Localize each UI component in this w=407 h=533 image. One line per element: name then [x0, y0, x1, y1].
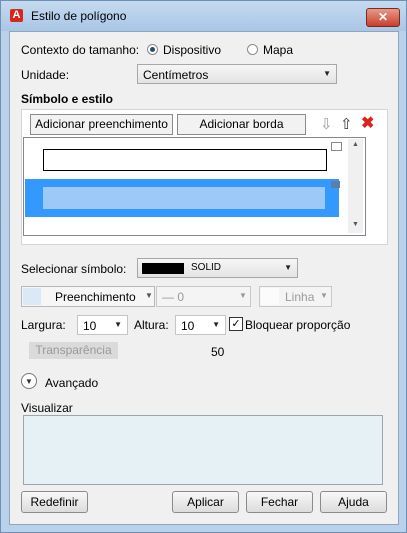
apply-button[interactable]: Aplicar: [172, 491, 239, 513]
list-item-fill-layer[interactable]: [25, 179, 340, 217]
list-scrollbar[interactable]: ▲ ▼: [348, 139, 363, 233]
scroll-down-icon[interactable]: ▼: [352, 221, 359, 228]
add-border-button[interactable]: Adicionar borda: [177, 114, 306, 135]
transparency-value: 50: [211, 345, 225, 359]
select-symbol-label: Selecionar símbolo:: [21, 262, 127, 276]
move-down-icon[interactable]: ⇩: [320, 115, 333, 133]
close-window-button[interactable]: ✕: [366, 8, 400, 27]
preview-area: [23, 415, 383, 485]
preview-label: Visualizar: [21, 401, 73, 415]
fill-color-dropdown[interactable]: Preenchimento ▼: [21, 286, 155, 307]
line-label: Linha: [285, 290, 315, 304]
solid-swatch: [142, 263, 184, 274]
width-label: Largura:: [21, 318, 66, 332]
scroll-up-icon[interactable]: ▲: [352, 141, 359, 148]
symbol-select[interactable]: SOLID ▼: [137, 258, 298, 278]
unit-label: Unidade:: [21, 68, 70, 82]
width-value: 10: [83, 319, 97, 333]
height-label: Altura:: [134, 318, 169, 332]
symbol-group: Adicionar preenchimento Adicionar borda …: [21, 109, 388, 245]
symbol-value: SOLID: [191, 262, 222, 273]
symbol-layer-list[interactable]: ▲ ▼: [23, 137, 366, 236]
chevron-down-icon: ▼: [323, 69, 331, 78]
radio-map[interactable]: [247, 44, 258, 55]
fill-swatch: [43, 187, 325, 209]
add-fill-button[interactable]: Adicionar preenchimento: [30, 114, 173, 135]
lock-ratio-label[interactable]: Bloquear proporção: [245, 318, 350, 332]
border-swatch: [43, 149, 327, 171]
fill-label: Preenchimento: [55, 290, 136, 304]
dialog-window: A Estilo de polígono ✕ Contexto do taman…: [0, 0, 407, 533]
close-button[interactable]: Fechar: [246, 491, 313, 513]
window-title: Estilo de polígono: [31, 9, 127, 23]
unit-value: Centímetros: [143, 68, 209, 82]
chevron-down-icon: ▼: [284, 263, 292, 272]
radio-device[interactable]: [147, 44, 158, 55]
width-select[interactable]: 10 ▼: [77, 315, 128, 335]
line-color-dropdown[interactable]: Linha ▼: [259, 286, 332, 307]
advanced-label[interactable]: Avançado: [45, 376, 98, 390]
line-weight-dropdown[interactable]: — 0 ▼: [156, 286, 251, 307]
chevron-down-icon: ▼: [320, 291, 328, 300]
height-select[interactable]: 10 ▼: [175, 315, 226, 335]
fill-color-swatch: [23, 288, 41, 305]
unit-select[interactable]: Centímetros ▼: [137, 64, 337, 84]
line-color-swatch: [261, 288, 279, 305]
size-context-label: Contexto do tamanho:: [21, 43, 140, 57]
layer-marker-icon: [331, 181, 340, 188]
chevron-down-icon: ▼: [212, 320, 220, 329]
reset-button[interactable]: Redefinir: [21, 491, 88, 513]
layer-marker-icon: [331, 142, 342, 151]
line-weight-value: — 0: [162, 290, 185, 304]
symbol-section-title: Símbolo e estilo: [21, 92, 114, 106]
delete-icon[interactable]: ✖: [361, 113, 374, 133]
title-bar[interactable]: A Estilo de polígono ✕: [1, 1, 406, 31]
radio-map-label[interactable]: Mapa: [263, 43, 293, 57]
autocad-icon: A: [10, 9, 23, 22]
chevron-down-icon: ▼: [114, 320, 122, 329]
chevron-down-icon: ▼: [239, 291, 247, 300]
expand-advanced-icon[interactable]: ▼: [21, 373, 37, 389]
transparency-button[interactable]: Transparência: [29, 342, 118, 359]
chevron-down-icon: ▼: [145, 291, 153, 300]
height-value: 10: [181, 319, 195, 333]
radio-device-label[interactable]: Dispositivo: [163, 43, 221, 57]
lock-ratio-checkbox[interactable]: ✓: [229, 317, 243, 331]
move-up-icon[interactable]: ⇧: [340, 115, 353, 133]
help-button[interactable]: Ajuda: [320, 491, 387, 513]
dialog-body: Contexto do tamanho: Dispositivo Mapa Un…: [9, 31, 399, 525]
list-item-border-layer[interactable]: [25, 139, 342, 177]
